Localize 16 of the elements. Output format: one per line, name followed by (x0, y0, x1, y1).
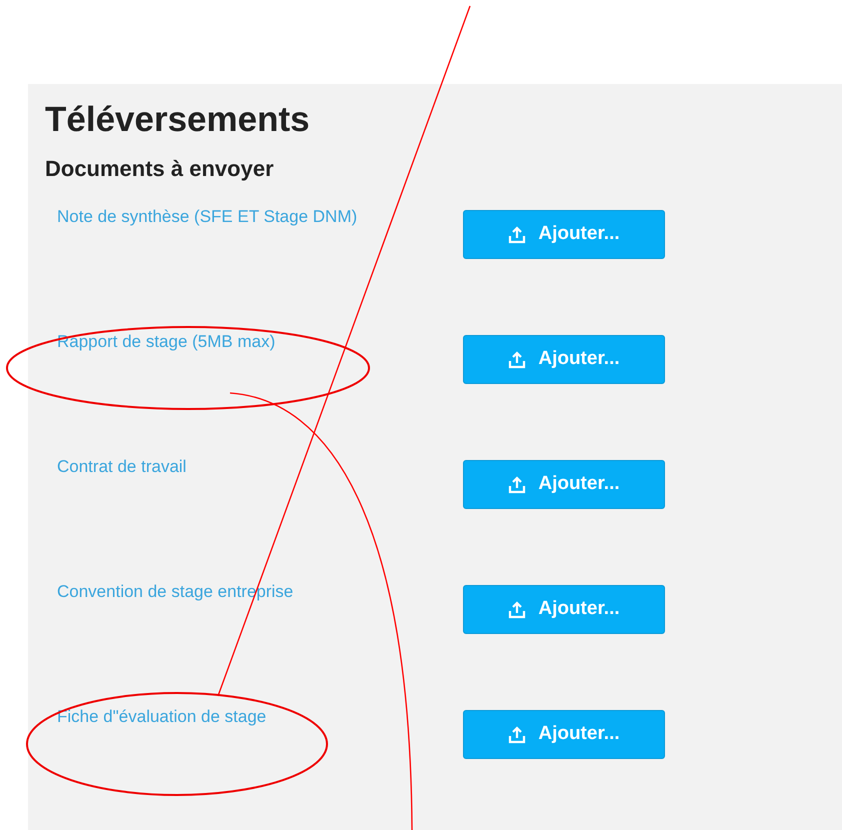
add-button[interactable]: Ajouter... (463, 210, 665, 259)
document-link[interactable]: Rapport de stage (5MB max) (45, 331, 463, 353)
upload-icon (508, 350, 526, 368)
add-button[interactable]: Ajouter... (463, 585, 665, 634)
add-button[interactable]: Ajouter... (463, 460, 665, 509)
add-button[interactable]: Ajouter... (463, 710, 665, 759)
upload-icon (508, 600, 526, 618)
document-link[interactable]: Fiche d"évaluation de stage (45, 706, 463, 728)
upload-icon (508, 226, 526, 244)
upload-icon (508, 726, 526, 744)
document-link[interactable]: Contrat de travail (45, 456, 463, 478)
page-title: Téléversements (45, 99, 311, 141)
section-heading: Documents à envoyer (45, 155, 275, 183)
document-link[interactable]: Note de synthèse (SFE ET Stage DNM) (45, 206, 463, 228)
upload-icon (508, 476, 526, 494)
add-button[interactable]: Ajouter... (463, 335, 665, 384)
